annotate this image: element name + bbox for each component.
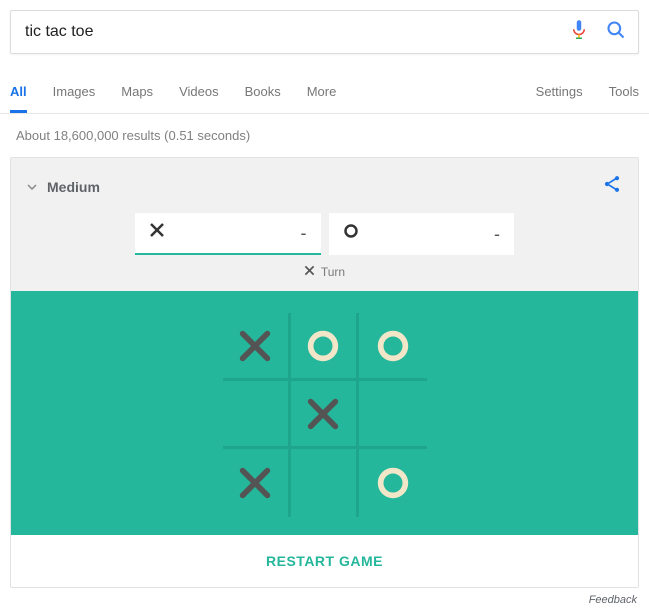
board-cell-0-0[interactable] <box>223 313 291 381</box>
o-mark-icon <box>343 223 359 245</box>
card-header: Medium - <box>11 158 638 291</box>
turn-mark-icon <box>304 265 315 279</box>
tab-tools[interactable]: Tools <box>609 72 639 113</box>
board-cell-0-2[interactable] <box>359 313 427 381</box>
search-input[interactable] <box>23 22 552 42</box>
board-cell-2-0[interactable] <box>223 449 291 517</box>
turn-label: Turn <box>321 265 345 279</box>
search-icon[interactable] <box>606 20 626 45</box>
feedback-link[interactable]: Feedback <box>0 588 649 616</box>
voice-search-icon[interactable] <box>570 19 588 46</box>
tab-books[interactable]: Books <box>245 72 281 113</box>
tab-maps[interactable]: Maps <box>121 72 153 113</box>
tab-images[interactable]: Images <box>53 72 96 113</box>
tab-all[interactable]: All <box>10 72 27 113</box>
board-cell-1-1[interactable] <box>291 381 359 449</box>
share-icon[interactable] <box>602 174 622 199</box>
tic-tac-toe-card: Medium - <box>10 157 639 588</box>
board-cell-2-2[interactable] <box>359 449 427 517</box>
board-cell-1-2[interactable] <box>359 381 427 449</box>
search-tabs: All Images Maps Videos Books More Settin… <box>0 72 649 114</box>
restart-button[interactable]: RESTART GAME <box>11 535 638 587</box>
o-score: - <box>494 224 500 245</box>
chevron-down-icon <box>27 179 37 195</box>
result-stats: About 18,600,000 results (0.51 seconds) <box>0 114 649 157</box>
difficulty-label: Medium <box>47 179 100 195</box>
search-bar <box>10 10 639 54</box>
score-box-o: - <box>329 213 515 255</box>
turn-indicator: Turn <box>27 265 622 279</box>
tab-videos[interactable]: Videos <box>179 72 219 113</box>
board-cell-1-0[interactable] <box>223 381 291 449</box>
score-box-x: - <box>135 213 321 255</box>
board-cell-2-1[interactable] <box>291 449 359 517</box>
game-board <box>223 313 427 517</box>
board-cell-0-1[interactable] <box>291 313 359 381</box>
score-row: - - <box>27 213 622 255</box>
tab-more[interactable]: More <box>307 72 337 113</box>
tab-settings[interactable]: Settings <box>536 72 583 113</box>
x-mark-icon <box>149 222 165 244</box>
x-score: - <box>301 223 307 244</box>
game-board-container <box>11 291 638 535</box>
difficulty-selector[interactable]: Medium <box>27 179 100 195</box>
